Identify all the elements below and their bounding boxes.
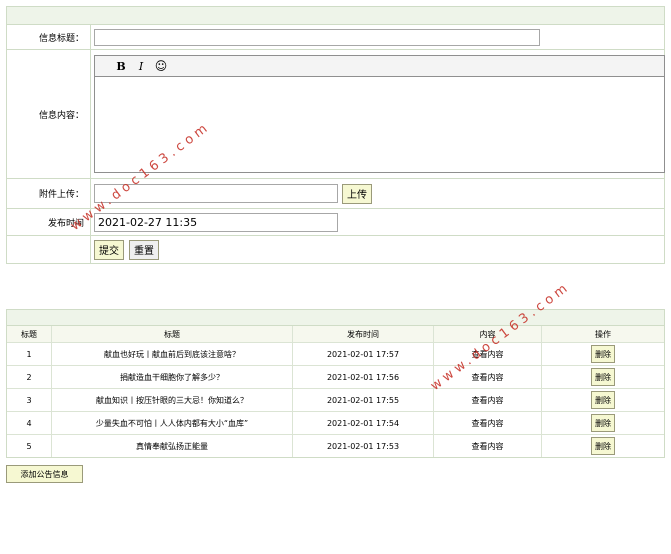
page: 信息标题： 信息内容： B I ☺ 附件上传： 上传 发布时间 2021-02-… [0, 0, 671, 554]
row-title: 捐献造血干细胞你了解多少？ [51, 365, 293, 389]
row-action-cell: 删除 [541, 365, 664, 389]
col-id-header: 标题 [7, 326, 52, 343]
delete-button[interactable]: 删除 [591, 391, 615, 409]
row-id: 3 [7, 388, 52, 412]
announcement-table: 标题 标题 发布时间 内容 操作 1 献血也好玩丨献血前后到底该注意啥？ 202… [7, 326, 664, 457]
add-announcement-button[interactable]: 添加公告信息 [6, 465, 83, 483]
time-row: 发布时间 [7, 209, 664, 236]
attachment-label: 附件上传： [38, 190, 84, 200]
row-id: 5 [7, 434, 52, 457]
actions-cell: 提交 重置 [91, 236, 664, 263]
attachment-cell: 上传 [91, 179, 664, 208]
col-time-header: 发布时间 [292, 326, 434, 343]
row-time: 2021-02-01 17:53 [292, 434, 434, 457]
title-row: 信息标题： [7, 25, 664, 50]
view-content-link[interactable]: 查看内容 [433, 388, 542, 412]
row-id: 2 [7, 365, 52, 389]
col-action-header: 操作 [541, 326, 664, 343]
row-title: 献血也好玩丨献血前后到底该注意啥？ [51, 342, 293, 366]
table-header-row: 标题 标题 发布时间 内容 操作 [7, 326, 664, 343]
actions-label-cell [7, 236, 91, 263]
announcement-form: 信息标题： 信息内容： B I ☺ 附件上传： 上传 发布时间 2021-02-… [6, 6, 665, 264]
col-title-header: 标题 [51, 326, 293, 343]
smiley-icon[interactable]: ☺ [153, 58, 169, 74]
table-row: 3 献血知识丨按压针眼的三大忌！你知道么？ 2021-02-01 17:55 查… [7, 388, 664, 412]
reset-button[interactable]: 重置 [129, 239, 159, 260]
view-content-link[interactable]: 查看内容 [433, 434, 542, 457]
row-time: 2021-02-01 17:57 [292, 342, 434, 366]
content-label-cell: 信息内容： [7, 50, 91, 178]
title-input[interactable] [94, 28, 540, 46]
row-time: 2021-02-01 17:54 [292, 411, 434, 435]
italic-icon[interactable]: I [133, 58, 149, 74]
time-cell [91, 209, 664, 235]
title-label-cell: 信息标题： [7, 25, 91, 49]
list-header-bar [7, 310, 664, 326]
table-row: 4 少量失血不可怕丨人人体内都有大小“血库” 2021-02-01 17:54 … [7, 411, 664, 435]
attachment-label-cell: 附件上传： [7, 179, 91, 208]
row-time: 2021-02-01 17:55 [292, 388, 434, 412]
form-header-bar [7, 7, 664, 25]
table-row: 1 献血也好玩丨献血前后到底该注意啥？ 2021-02-01 17:57 查看内… [7, 342, 664, 366]
row-action-cell: 删除 [541, 434, 664, 457]
row-action-cell: 删除 [541, 411, 664, 435]
content-label: 信息内容： [38, 110, 84, 121]
delete-button[interactable]: 删除 [591, 345, 615, 363]
content-editor-cell: B I ☺ [91, 50, 665, 178]
actions-row: 提交 重置 [7, 236, 664, 263]
publish-time-input[interactable] [94, 212, 338, 232]
row-title: 少量失血不可怕丨人人体内都有大小“血库” [51, 411, 293, 435]
table-row: 5 真情奉献弘扬正能量 2021-02-01 17:53 查看内容 删除 [7, 434, 664, 457]
title-label: 信息标题： [38, 33, 84, 44]
row-title: 献血知识丨按压针眼的三大忌！你知道么？ [51, 388, 293, 412]
row-title: 真情奉献弘扬正能量 [51, 434, 293, 457]
row-id: 1 [7, 342, 52, 366]
delete-button[interactable]: 删除 [591, 414, 615, 432]
announcement-list: 标题 标题 发布时间 内容 操作 1 献血也好玩丨献血前后到底该注意啥？ 202… [6, 309, 665, 458]
bold-icon[interactable]: B [113, 58, 129, 74]
editor-toolbar: B I ☺ [95, 56, 664, 77]
delete-button[interactable]: 删除 [591, 437, 615, 455]
row-action-cell: 删除 [541, 342, 664, 366]
title-input-cell [91, 25, 664, 49]
content-row: 信息内容： B I ☺ [7, 50, 665, 179]
view-content-link[interactable]: 查看内容 [433, 411, 542, 435]
table-row: 2 捐献造血干细胞你了解多少？ 2021-02-01 17:56 查看内容 删除 [7, 365, 664, 389]
row-action-cell: 删除 [541, 388, 664, 412]
row-id: 4 [7, 411, 52, 435]
submit-button[interactable]: 提交 [94, 239, 124, 260]
delete-button[interactable]: 删除 [591, 368, 615, 386]
row-time: 2021-02-01 17:56 [292, 365, 434, 389]
editor-content-area[interactable] [95, 77, 664, 173]
upload-button[interactable]: 上传 [342, 183, 372, 204]
